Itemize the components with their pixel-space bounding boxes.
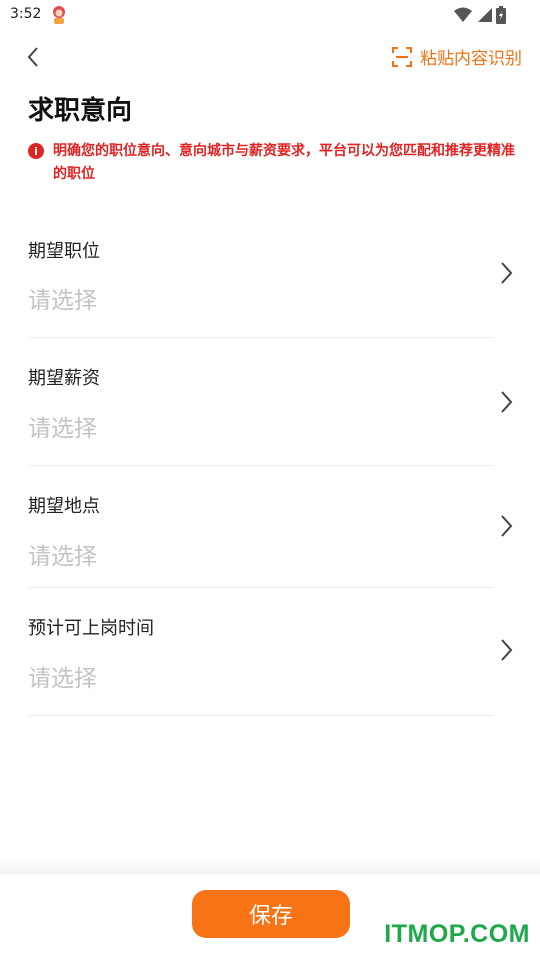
row-label: 预计可上岗时间 <box>28 618 154 639</box>
notice-text: 明确您的职位意向、意向城市与薪资要求，平台可以为您匹配和推荐更精准的职位 <box>53 143 515 182</box>
status-time: 3:52 <box>10 6 42 22</box>
paste-recognize-button[interactable]: 粘贴内容识别 <box>392 44 522 69</box>
row-placeholder: 请选择 <box>28 288 97 314</box>
row-placeholder: 请选择 <box>28 544 97 570</box>
row-label: 期望薪资 <box>28 368 100 389</box>
battery-icon <box>496 6 506 28</box>
watermark: ITMOP.COM <box>384 920 530 948</box>
chevron-right-icon <box>501 262 513 284</box>
signal-icon <box>476 7 492 27</box>
back-button[interactable] <box>20 42 46 72</box>
form-row-expected-salary[interactable]: 期望薪资 请选择 <box>28 338 513 466</box>
row-placeholder: 请选择 <box>28 416 97 442</box>
page-title: 求职意向 <box>28 96 133 126</box>
chevron-right-icon <box>501 515 513 537</box>
notice: i 明确您的职位意向、意向城市与薪资要求，平台可以为您匹配和推荐更精准的职位 <box>28 140 518 186</box>
chevron-left-icon <box>27 47 38 67</box>
form-row-expected-location[interactable]: 期望地点 请选择 <box>28 466 513 588</box>
paste-recognize-label: 粘贴内容识别 <box>420 49 522 69</box>
save-button[interactable]: 保存 <box>192 890 350 938</box>
info-icon: i <box>28 143 44 159</box>
row-label: 期望职位 <box>28 241 100 262</box>
scan-icon <box>392 46 412 67</box>
chevron-right-icon <box>501 639 513 661</box>
status-indicators <box>454 6 506 28</box>
row-placeholder: 请选择 <box>28 666 97 692</box>
chevron-right-icon <box>501 391 513 413</box>
form-row-expected-position[interactable]: 期望职位 请选择 <box>28 215 513 338</box>
app-notification-icon <box>50 5 68 25</box>
wifi-icon <box>454 7 472 27</box>
form-row-start-time[interactable]: 预计可上岗时间 请选择 <box>28 588 513 716</box>
status-bar: 3:52 <box>0 0 540 30</box>
row-label: 期望地点 <box>28 496 100 517</box>
